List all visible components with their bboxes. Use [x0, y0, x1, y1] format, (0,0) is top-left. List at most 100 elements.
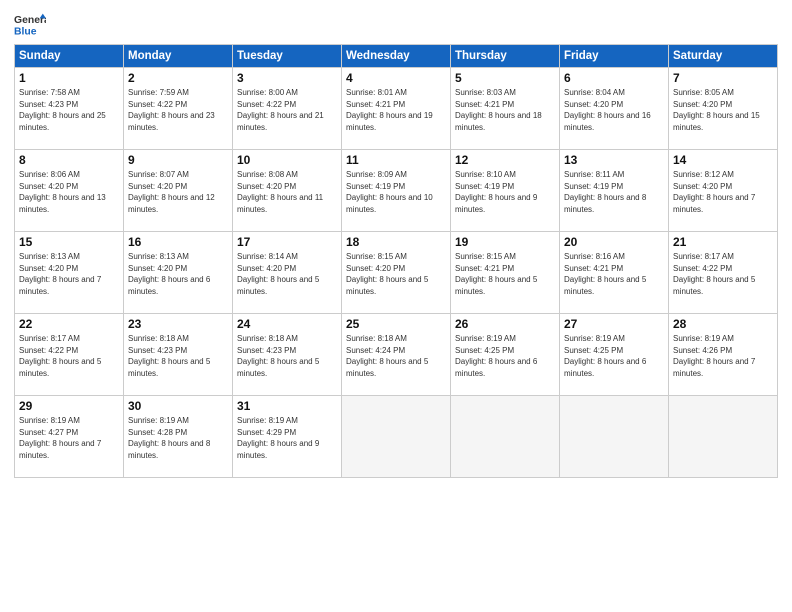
logo-icon: General Blue: [14, 10, 46, 38]
calendar-cell: 15 Sunrise: 8:13 AM Sunset: 4:20 PM Dayli…: [15, 232, 124, 314]
calendar-cell: 31 Sunrise: 8:19 AM Sunset: 4:29 PM Dayli…: [233, 396, 342, 478]
calendar-cell: 4Sunrise: 8:01 AM Sunset: 4:21 PM Daylig…: [342, 68, 451, 150]
day-info: Sunrise: 8:00 AM Sunset: 4:22 PM Dayligh…: [237, 87, 337, 133]
day-info: Sunrise: 8:19 AM Sunset: 4:25 PM Dayligh…: [564, 333, 664, 379]
calendar-cell: 2 Sunrise: 7:59 AM Sunset: 4:22 PM Daylig…: [124, 68, 233, 150]
calendar-week-row: 22 Sunrise: 8:17 AM Sunset: 4:22 PM Dayli…: [15, 314, 778, 396]
day-info: Sunrise: 8:15 AM Sunset: 4:20 PM Dayligh…: [346, 251, 446, 297]
calendar-cell: [342, 396, 451, 478]
day-info: Sunrise: 8:11 AM Sunset: 4:19 PM Dayligh…: [564, 169, 664, 215]
calendar-week-row: 1Sunrise: 7:58 AM Sunset: 4:23 PM Daylig…: [15, 68, 778, 150]
day-number: 4: [346, 71, 446, 85]
calendar-header: SundayMondayTuesdayWednesdayThursdayFrid…: [15, 45, 778, 68]
day-number: 28: [673, 317, 773, 331]
day-number: 2: [128, 71, 228, 85]
day-number: 11: [346, 153, 446, 167]
day-number: 17: [237, 235, 337, 249]
day-number: 23: [128, 317, 228, 331]
day-info: Sunrise: 8:19 AM Sunset: 4:27 PM Dayligh…: [19, 415, 119, 461]
day-info: Sunrise: 7:59 AM Sunset: 4:22 PM Dayligh…: [128, 87, 228, 133]
day-number: 3: [237, 71, 337, 85]
day-number: 31: [237, 399, 337, 413]
calendar-cell: 21 Sunrise: 8:17 AM Sunset: 4:22 PM Dayli…: [669, 232, 778, 314]
weekday-header: Monday: [124, 45, 233, 68]
calendar-cell: 11 Sunrise: 8:09 AM Sunset: 4:19 PM Dayli…: [342, 150, 451, 232]
calendar-cell: 24Sunrise: 8:18 AM Sunset: 4:23 PM Dayli…: [233, 314, 342, 396]
calendar-cell: 12Sunrise: 8:10 AM Sunset: 4:19 PM Dayli…: [451, 150, 560, 232]
calendar-cell: 9 Sunrise: 8:07 AM Sunset: 4:20 PM Daylig…: [124, 150, 233, 232]
day-info: Sunrise: 8:03 AM Sunset: 4:21 PM Dayligh…: [455, 87, 555, 133]
day-info: Sunrise: 8:13 AM Sunset: 4:20 PM Dayligh…: [19, 251, 119, 297]
day-number: 19: [455, 235, 555, 249]
day-number: 13: [564, 153, 664, 167]
svg-text:Blue: Blue: [14, 26, 37, 37]
day-number: 26: [455, 317, 555, 331]
calendar-week-row: 29 Sunrise: 8:19 AM Sunset: 4:27 PM Dayli…: [15, 396, 778, 478]
calendar-body: 1Sunrise: 7:58 AM Sunset: 4:23 PM Daylig…: [15, 68, 778, 478]
day-number: 29: [19, 399, 119, 413]
calendar-cell: 23Sunrise: 8:18 AM Sunset: 4:23 PM Dayli…: [124, 314, 233, 396]
weekday-header: Friday: [560, 45, 669, 68]
calendar-cell: 1Sunrise: 7:58 AM Sunset: 4:23 PM Daylig…: [15, 68, 124, 150]
day-number: 25: [346, 317, 446, 331]
calendar-cell: 16 Sunrise: 8:13 AM Sunset: 4:20 PM Dayli…: [124, 232, 233, 314]
calendar-cell: 26 Sunrise: 8:19 AM Sunset: 4:25 PM Dayli…: [451, 314, 560, 396]
calendar-cell: 7Sunrise: 8:05 AM Sunset: 4:20 PM Daylig…: [669, 68, 778, 150]
calendar-cell: 17 Sunrise: 8:14 AM Sunset: 4:20 PM Dayli…: [233, 232, 342, 314]
day-info: Sunrise: 8:08 AM Sunset: 4:20 PM Dayligh…: [237, 169, 337, 215]
day-number: 5: [455, 71, 555, 85]
day-info: Sunrise: 8:19 AM Sunset: 4:29 PM Dayligh…: [237, 415, 337, 461]
calendar-cell: 6 Sunrise: 8:04 AM Sunset: 4:20 PM Daylig…: [560, 68, 669, 150]
calendar-cell: 29 Sunrise: 8:19 AM Sunset: 4:27 PM Dayli…: [15, 396, 124, 478]
day-info: Sunrise: 8:17 AM Sunset: 4:22 PM Dayligh…: [19, 333, 119, 379]
day-number: 1: [19, 71, 119, 85]
day-info: Sunrise: 8:18 AM Sunset: 4:23 PM Dayligh…: [237, 333, 337, 379]
day-info: Sunrise: 8:06 AM Sunset: 4:20 PM Dayligh…: [19, 169, 119, 215]
calendar-week-row: 15 Sunrise: 8:13 AM Sunset: 4:20 PM Dayli…: [15, 232, 778, 314]
calendar-cell: 27Sunrise: 8:19 AM Sunset: 4:25 PM Dayli…: [560, 314, 669, 396]
day-number: 20: [564, 235, 664, 249]
calendar-cell: [669, 396, 778, 478]
calendar-cell: 14 Sunrise: 8:12 AM Sunset: 4:20 PM Dayli…: [669, 150, 778, 232]
day-number: 21: [673, 235, 773, 249]
day-info: Sunrise: 8:07 AM Sunset: 4:20 PM Dayligh…: [128, 169, 228, 215]
weekday-header: Sunday: [15, 45, 124, 68]
day-info: Sunrise: 8:19 AM Sunset: 4:26 PM Dayligh…: [673, 333, 773, 379]
day-number: 9: [128, 153, 228, 167]
calendar-cell: 13 Sunrise: 8:11 AM Sunset: 4:19 PM Dayli…: [560, 150, 669, 232]
day-info: Sunrise: 8:18 AM Sunset: 4:24 PM Dayligh…: [346, 333, 446, 379]
day-number: 6: [564, 71, 664, 85]
weekday-header: Wednesday: [342, 45, 451, 68]
calendar-cell: 5 Sunrise: 8:03 AM Sunset: 4:21 PM Daylig…: [451, 68, 560, 150]
day-number: 8: [19, 153, 119, 167]
day-number: 18: [346, 235, 446, 249]
weekday-header: Saturday: [669, 45, 778, 68]
calendar-cell: 8 Sunrise: 8:06 AM Sunset: 4:20 PM Daylig…: [15, 150, 124, 232]
day-info: Sunrise: 8:17 AM Sunset: 4:22 PM Dayligh…: [673, 251, 773, 297]
calendar-cell: 28 Sunrise: 8:19 AM Sunset: 4:26 PM Dayli…: [669, 314, 778, 396]
day-number: 22: [19, 317, 119, 331]
day-info: Sunrise: 8:04 AM Sunset: 4:20 PM Dayligh…: [564, 87, 664, 133]
calendar-week-row: 8 Sunrise: 8:06 AM Sunset: 4:20 PM Daylig…: [15, 150, 778, 232]
day-info: Sunrise: 8:19 AM Sunset: 4:28 PM Dayligh…: [128, 415, 228, 461]
page-header: General Blue: [14, 10, 778, 38]
day-number: 15: [19, 235, 119, 249]
day-info: Sunrise: 8:16 AM Sunset: 4:21 PM Dayligh…: [564, 251, 664, 297]
day-number: 30: [128, 399, 228, 413]
day-info: Sunrise: 8:19 AM Sunset: 4:25 PM Dayligh…: [455, 333, 555, 379]
calendar-cell: 18 Sunrise: 8:15 AM Sunset: 4:20 PM Dayli…: [342, 232, 451, 314]
day-number: 14: [673, 153, 773, 167]
day-info: Sunrise: 8:14 AM Sunset: 4:20 PM Dayligh…: [237, 251, 337, 297]
day-info: Sunrise: 8:13 AM Sunset: 4:20 PM Dayligh…: [128, 251, 228, 297]
calendar-cell: [560, 396, 669, 478]
calendar-table: SundayMondayTuesdayWednesdayThursdayFrid…: [14, 44, 778, 478]
day-number: 16: [128, 235, 228, 249]
weekday-header: Thursday: [451, 45, 560, 68]
logo: General Blue: [14, 10, 50, 38]
day-info: Sunrise: 8:12 AM Sunset: 4:20 PM Dayligh…: [673, 169, 773, 215]
day-info: Sunrise: 8:10 AM Sunset: 4:19 PM Dayligh…: [455, 169, 555, 215]
calendar-cell: 20 Sunrise: 8:16 AM Sunset: 4:21 PM Dayli…: [560, 232, 669, 314]
day-number: 10: [237, 153, 337, 167]
day-info: Sunrise: 8:09 AM Sunset: 4:19 PM Dayligh…: [346, 169, 446, 215]
calendar-cell: 10 Sunrise: 8:08 AM Sunset: 4:20 PM Dayli…: [233, 150, 342, 232]
